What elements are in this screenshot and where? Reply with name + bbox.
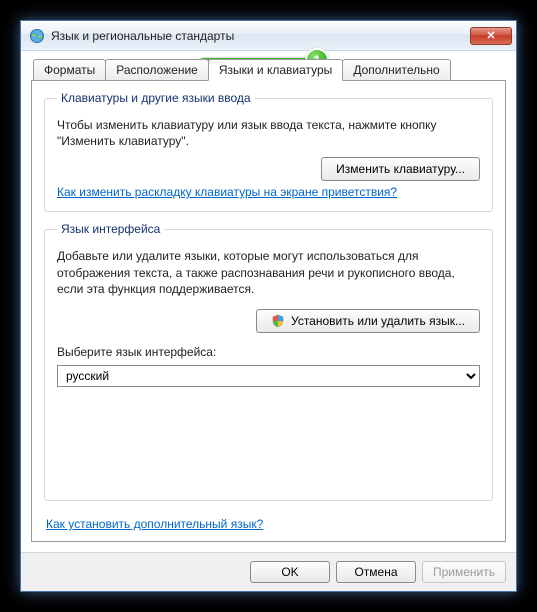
install-remove-language-button[interactable]: Установить или удалить язык... [256, 309, 480, 333]
install-extra-language-link[interactable]: Как установить дополнительный язык? [46, 517, 491, 531]
globe-icon [29, 28, 45, 44]
shield-icon [271, 314, 285, 328]
group-keyboards-desc: Чтобы изменить клавиатуру или язык ввода… [57, 117, 480, 149]
client-area: Форматы Расположение Языки и клавиатуры … [21, 51, 516, 552]
group-keyboards: Клавиатуры и другие языки ввода Чтобы из… [44, 91, 493, 212]
cancel-button[interactable]: Отмена [336, 561, 416, 583]
tab-formats[interactable]: Форматы [33, 59, 106, 80]
group-interface-language: Язык интерфейса Добавьте или удалите язы… [44, 222, 493, 501]
group-interface-legend: Язык интерфейса [57, 222, 164, 236]
titlebar: Язык и региональные стандарты ✕ [21, 21, 516, 51]
select-interface-language-label: Выберите язык интерфейса: [57, 345, 480, 359]
apply-button[interactable]: Применить [422, 561, 506, 583]
close-icon: ✕ [486, 29, 495, 42]
tabpanel-keyboards-languages: Клавиатуры и другие языки ввода Чтобы из… [31, 80, 506, 542]
close-button[interactable]: ✕ [470, 27, 512, 45]
tab-keyboards-languages[interactable]: Языки и клавиатуры [208, 59, 343, 81]
tab-advanced[interactable]: Дополнительно [342, 59, 450, 80]
tabstrip: Форматы Расположение Языки и клавиатуры … [33, 59, 506, 80]
group-keyboards-legend: Клавиатуры и другие языки ввода [57, 91, 255, 105]
group-interface-desc: Добавьте или удалите языки, которые могу… [57, 248, 480, 297]
install-remove-language-label: Установить или удалить язык... [291, 314, 465, 328]
dialog-button-bar: OK Отмена Применить [21, 552, 516, 591]
ok-button[interactable]: OK [250, 561, 330, 583]
interface-language-select[interactable]: русский [57, 365, 480, 387]
window-title: Язык и региональные стандарты [51, 29, 464, 43]
regional-settings-window: Язык и региональные стандарты ✕ Форматы … [20, 20, 517, 592]
change-keyboard-button[interactable]: Изменить клавиатуру... [321, 157, 480, 181]
tab-location[interactable]: Расположение [105, 59, 209, 80]
welcome-layout-link[interactable]: Как изменить раскладку клавиатуры на экр… [57, 185, 397, 199]
